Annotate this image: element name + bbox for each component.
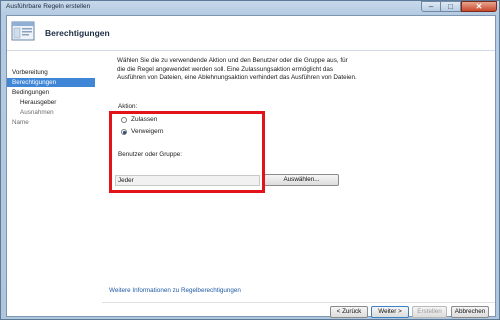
wizard-header: Berechtigungen (7, 16, 495, 51)
create-button[interactable]: Erstellen (412, 306, 447, 318)
next-button[interactable]: Weiter > (371, 306, 409, 318)
nav-item-berechtigungen[interactable]: Berechtigungen (7, 78, 95, 87)
nav-item-vorbereitung[interactable]: Vorbereitung (7, 68, 95, 77)
maximize-icon: □ (448, 2, 453, 11)
app-window: Ausführbare Regeln erstellen – □ ✕ Berec… (0, 0, 500, 320)
nav-item-herausgeber[interactable]: Herausgeber (7, 98, 95, 107)
wizard-steps-nav: Vorbereitung Berechtigungen Bedingungen … (7, 51, 95, 316)
minimize-button[interactable]: – (421, 1, 441, 12)
wizard-client-area: Berechtigungen Vorbereitung Berechtigung… (6, 15, 496, 318)
minimize-icon: – (428, 2, 434, 11)
intro-text: Wählen Sie die zu verwendende Aktion und… (117, 57, 357, 81)
select-button[interactable]: Auswählen... (264, 174, 339, 186)
highlight-box (109, 111, 265, 193)
nav-item-name[interactable]: Name (7, 118, 95, 127)
cancel-button[interactable]: Abbrechen (451, 306, 489, 318)
footer-separator (102, 302, 495, 303)
title-bar[interactable]: Ausführbare Regeln erstellen – □ ✕ (1, 1, 500, 15)
maximize-button[interactable]: □ (441, 1, 461, 12)
wizard-page-icon (11, 21, 35, 41)
page-title: Berechtigungen (45, 28, 110, 38)
action-label: Aktion: (118, 103, 138, 110)
nav-item-ausnahmen[interactable]: Ausnahmen (7, 108, 95, 117)
close-icon: ✕ (475, 2, 483, 11)
back-button[interactable]: < Zurück (330, 306, 368, 318)
window-title: Ausführbare Regeln erstellen (6, 3, 91, 10)
close-button[interactable]: ✕ (461, 1, 497, 12)
more-info-link[interactable]: Weitere Informationen zu Regelberechtigu… (109, 287, 241, 294)
nav-item-bedingungen[interactable]: Bedingungen (7, 88, 95, 97)
